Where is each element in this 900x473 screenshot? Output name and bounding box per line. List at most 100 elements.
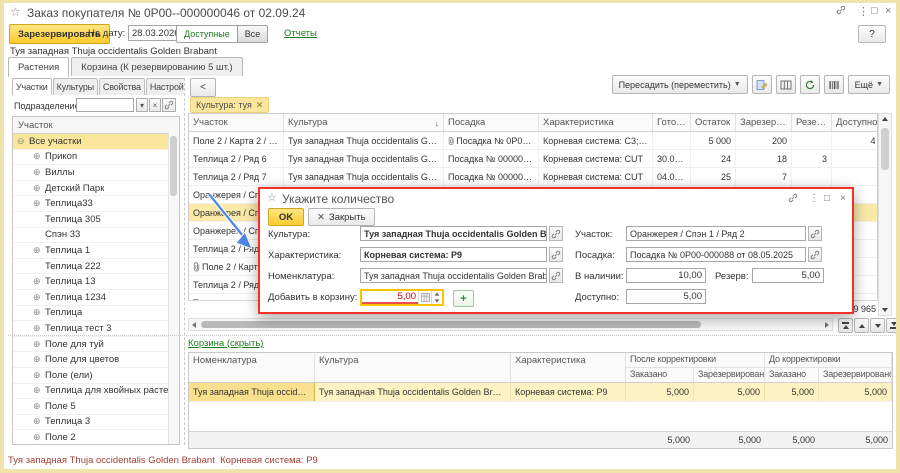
left-tab-1[interactable]: Культуры (53, 78, 98, 95)
left-tab-2[interactable]: Свойства (99, 78, 145, 95)
cart-row[interactable]: Туя западная Thuja occidentalis ...Туя з… (189, 383, 892, 402)
column-subheader[interactable]: Заказано (765, 368, 819, 382)
tree-expander-icon[interactable]: ⊕ (33, 307, 45, 318)
filter-chip-culture[interactable]: Культура: туя ✕ (190, 97, 269, 113)
tree-scrollbar-thumb[interactable] (170, 136, 177, 196)
plants-vertical-scrollbar[interactable] (878, 113, 892, 316)
ok-button[interactable]: OK (268, 208, 304, 226)
tree-expander-icon[interactable]: ⊕ (33, 401, 45, 412)
favorite-star-icon[interactable]: ☆ (267, 191, 277, 204)
nomenclature-open-button[interactable] (549, 268, 563, 283)
go-first-button[interactable] (838, 318, 853, 333)
department-input[interactable] (76, 98, 134, 112)
tree-expander-icon[interactable]: ⊕ (33, 432, 45, 443)
refresh-button[interactable] (800, 75, 820, 94)
more-button[interactable]: Ещё▼ (848, 75, 890, 94)
cart-toggle-link[interactable]: Корзина (скрыть) (188, 338, 263, 349)
table-row[interactable]: Теплица 2 / Ряд 6Туя западная Thuja occi… (189, 150, 878, 168)
add-button[interactable]: + (453, 290, 474, 307)
tree-item[interactable]: ⊕Теплица 1 (13, 243, 179, 259)
close-icon[interactable]: × (840, 193, 846, 204)
department-clear-icon[interactable]: × (149, 98, 161, 112)
column-header[interactable]: Доступно (832, 114, 878, 131)
tree-expander-icon[interactable]: ⊖ (17, 136, 29, 147)
column-header[interactable]: Резерв п... (792, 114, 832, 131)
column-header[interactable]: Участок (189, 114, 284, 131)
left-tab-0[interactable]: Участки (12, 78, 52, 95)
tree-item[interactable]: ⊕Детский Парк (13, 181, 179, 197)
go-next-button[interactable] (870, 318, 885, 333)
tree-item[interactable]: ⊕Поле (ели) (13, 368, 179, 384)
site-open-button[interactable] (808, 226, 822, 241)
tree-item[interactable]: ⊕Теплица для хвойных растений (13, 384, 179, 400)
column-header[interactable]: Характеристика (539, 114, 653, 131)
more-menu-icon[interactable]: ⋮ (809, 193, 819, 204)
scroll-right-icon[interactable] (825, 322, 829, 328)
scroll-left-icon[interactable] (192, 322, 196, 328)
replant-button[interactable]: Пересадить (переместить)▼ (612, 75, 748, 94)
column-header[interactable]: Остаток (691, 114, 736, 131)
quantity-value[interactable]: 5,00 (362, 291, 418, 304)
get-link-icon[interactable] (836, 5, 846, 18)
tree-scrollbar[interactable] (168, 132, 179, 444)
reserve-field[interactable]: 5,00 (752, 268, 824, 283)
column-subheader[interactable]: Зарезервировано (819, 368, 892, 382)
in-stock-field[interactable]: 10,00 (626, 268, 706, 283)
available-field[interactable]: 5,00 (626, 289, 706, 304)
tree-expander-icon[interactable]: ⊕ (33, 416, 45, 427)
tree-expander-icon[interactable]: ⊕ (33, 183, 45, 194)
tree-expander-icon[interactable]: ⊕ (33, 385, 45, 396)
column-header[interactable]: Культура (315, 353, 511, 382)
tree-item[interactable]: ⊕Поле для цветов (13, 352, 179, 368)
close-icon[interactable]: × (885, 5, 891, 17)
tree-expander-icon[interactable]: ⊕ (33, 276, 45, 287)
planting-field[interactable]: Посадка № 0Р00-000088 от 08.05.2025 (626, 247, 806, 262)
tree-item[interactable]: ⊕Поле для туй (13, 337, 179, 353)
column-header[interactable]: Номенклатура (189, 353, 315, 382)
tree-expander-icon[interactable]: ⊕ (33, 245, 45, 256)
site-field[interactable]: Оранжерея / Спэн 1 / Ряд 2 (626, 226, 806, 241)
maximize-icon[interactable]: □ (871, 5, 878, 17)
toggle-available[interactable]: Доступные (177, 26, 238, 42)
reports-link[interactable]: Отчеты (284, 28, 317, 39)
culture-field[interactable]: Туя западная Thuja occidentalis Golden B… (360, 226, 547, 241)
go-prev-button[interactable] (854, 318, 869, 333)
department-open-button[interactable] (162, 98, 176, 112)
column-subheader[interactable]: Зарезервировано (694, 368, 765, 382)
scroll-up-icon[interactable] (882, 117, 888, 121)
tree-item[interactable]: ⊕Теплица (13, 306, 179, 322)
scrollbar-thumb[interactable] (201, 321, 701, 328)
panel-splitter[interactable] (184, 78, 186, 445)
characteristic-open-button[interactable] (549, 247, 563, 262)
close-button[interactable]: ✕ Закрыть (308, 208, 375, 226)
tree-expander-icon[interactable]: ⊕ (33, 370, 45, 381)
column-header[interactable]: Готово (653, 114, 691, 131)
tree-item[interactable]: Теплица 305 (13, 212, 179, 228)
quantity-input[interactable]: 5,00 (360, 289, 444, 306)
tree-item[interactable]: Теплица 222 (13, 259, 179, 275)
tree-item[interactable]: ⊕Поле 5 (13, 399, 179, 415)
columns-button[interactable] (776, 75, 796, 94)
tree-item[interactable]: ⊕Поле 2 (13, 430, 179, 445)
tree-expander-icon[interactable]: ⊕ (33, 354, 45, 365)
tree-item[interactable]: ⊕Теплица33 (13, 196, 179, 212)
toggle-all[interactable]: Все (238, 26, 268, 42)
tree-item[interactable]: Спэн 33 (13, 228, 179, 244)
tree-expander-icon[interactable]: ⊕ (33, 151, 45, 162)
left-tab-3[interactable]: Настройки (146, 78, 184, 95)
plants-horizontal-scrollbar[interactable] (188, 318, 833, 331)
tree-item[interactable]: ⊕Теплица 13 (13, 274, 179, 290)
tree-expander-icon[interactable]: ⊕ (33, 323, 45, 334)
filter-chip-remove-icon[interactable]: ✕ (256, 100, 264, 111)
tab-cart[interactable]: Корзина (К резервированию 5 шт.) (71, 57, 242, 76)
calculator-icon[interactable] (418, 291, 431, 304)
planting-open-button[interactable] (808, 247, 822, 262)
pick-button[interactable] (752, 75, 772, 94)
column-subheader[interactable]: Заказано (626, 368, 694, 382)
column-header[interactable]: Культура↓ (284, 114, 444, 131)
tree-expander-icon[interactable]: ⊕ (33, 167, 45, 178)
tab-plants[interactable]: Растения (8, 57, 69, 77)
table-row[interactable]: Поле 2 / Карта 2 / Ряд 7Туя западная Thu… (189, 132, 878, 150)
tree-expander-icon[interactable]: ⊕ (33, 292, 45, 303)
tree-item[interactable]: ⊕Виллы (13, 165, 179, 181)
